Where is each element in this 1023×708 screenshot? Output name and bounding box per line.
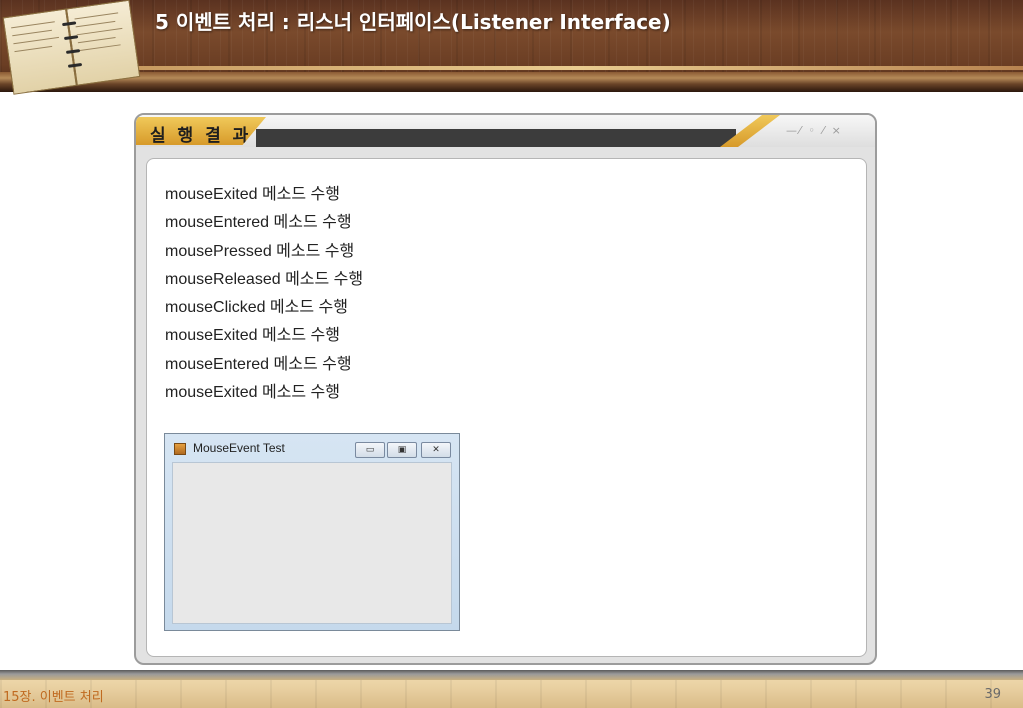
- window-title: MouseEvent Test: [193, 441, 285, 455]
- minimize-button[interactable]: ▭: [355, 442, 385, 458]
- log-line: mouseReleased 메소드 수행: [165, 270, 364, 288]
- footer-rail: [0, 670, 1023, 680]
- maximize-button[interactable]: ▣: [387, 442, 417, 458]
- page-number: 39: [984, 687, 1001, 702]
- header-gold-line: [130, 66, 1023, 70]
- log-line: mouseExited 메소드 수행: [165, 384, 340, 402]
- close-button[interactable]: ✕: [421, 442, 451, 458]
- output-area: mouseExited 메소드 수행 mouseEntered 메소드 수행 m…: [146, 158, 867, 657]
- java-cup-icon: [174, 443, 186, 455]
- panel-tab: 실 행 결 과: [136, 117, 266, 145]
- log-line: mousePressed 메소드 수행: [165, 242, 355, 260]
- log-line: mouseClicked 메소드 수행: [165, 299, 348, 317]
- panel-tab-bar: 실 행 결 과 —⁄ ◦ ⁄ ×: [136, 115, 875, 147]
- panel-window-controls: —⁄ ◦ ⁄ ×: [786, 124, 843, 137]
- book-icon: [2, 0, 144, 103]
- log-line: mouseEntered 메소드 수행: [165, 355, 352, 373]
- mouse-event-window[interactable]: MouseEvent Test ▭ ▣ ✕: [164, 433, 460, 631]
- log-line: mouseExited 메소드 수행: [165, 327, 340, 345]
- chapter-label: 15장. 이벤트 처리: [3, 690, 104, 705]
- log-line: mouseExited 메소드 수행: [165, 186, 340, 203]
- window-title-bar[interactable]: MouseEvent Test ▭ ▣ ✕: [165, 434, 459, 462]
- result-panel: 실 행 결 과 —⁄ ◦ ⁄ × mouseExited 메소드 수행 mous…: [134, 113, 877, 665]
- panel-dark-bar: [256, 129, 736, 147]
- header-bottom-rail: [0, 72, 1023, 92]
- slide-title: 5 이벤트 처리 : 리스너 인터페이스(Listener Interface): [155, 10, 671, 34]
- log-line: mouseEntered 메소드 수행: [165, 214, 352, 232]
- window-content-pane[interactable]: [172, 462, 452, 624]
- panel-tab-label: 실 행 결 과: [150, 126, 252, 146]
- book-right-page: [66, 0, 141, 86]
- console-log: mouseExited 메소드 수행 mouseEntered 메소드 수행 m…: [165, 181, 363, 407]
